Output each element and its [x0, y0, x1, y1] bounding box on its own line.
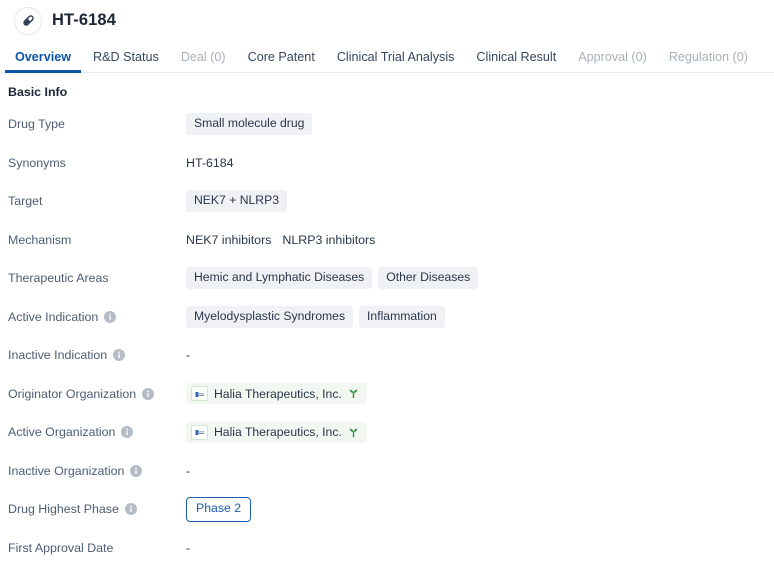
value-inactive-indication: -: [186, 348, 774, 362]
row-originator-organization: Originator Organization Halia T: [0, 375, 774, 414]
basic-info-rows: Drug Type Small molecule drug Synonyms H…: [0, 99, 774, 567]
row-first-approval-date: First Approval Date -: [0, 529, 774, 567]
capsule-pill-icon: [14, 7, 42, 35]
row-inactive-indication: Inactive Indication -: [0, 336, 774, 375]
mechanism-item[interactable]: NEK7 inhibitors: [186, 233, 271, 247]
value-drug-type: Small molecule drug: [186, 113, 774, 135]
tab-approval[interactable]: Approval (0): [567, 50, 658, 73]
value-inactive-organization: -: [186, 464, 774, 478]
label-synonyms: Synonyms: [8, 156, 186, 170]
company-logo-icon: [191, 386, 208, 401]
tag[interactable]: Inflammation: [359, 306, 445, 328]
tab-regulation[interactable]: Regulation (0): [658, 50, 759, 73]
info-icon[interactable]: [125, 503, 137, 515]
tag[interactable]: Small molecule drug: [186, 113, 312, 135]
mechanism-list: NEK7 inhibitors NLRP3 inhibitors: [186, 233, 375, 247]
label-text: Target: [8, 194, 42, 208]
row-drug-highest-phase: Drug Highest Phase Phase 2: [0, 490, 774, 529]
organization-tag[interactable]: Halia Therapeutics, Inc.: [186, 422, 367, 443]
label-text: Synonyms: [8, 156, 66, 170]
page-title: HT-6184: [52, 11, 116, 30]
sprout-icon: [348, 427, 359, 438]
row-synonyms: Synonyms HT-6184: [0, 144, 774, 183]
tab-core-patent[interactable]: Core Patent: [237, 50, 326, 73]
tag[interactable]: Other Diseases: [378, 267, 478, 289]
tab-rd-status[interactable]: R&D Status: [82, 50, 170, 73]
tab-overview[interactable]: Overview: [4, 50, 82, 73]
row-active-indication: Active Indication Myelodysplastic Syndro…: [0, 298, 774, 337]
value-therapeutic-areas: Hemic and Lymphatic Diseases Other Disea…: [186, 267, 774, 289]
label-text: First Approval Date: [8, 541, 113, 555]
info-icon[interactable]: [121, 426, 133, 438]
value-first-approval-date: -: [186, 541, 774, 555]
label-first-approval-date: First Approval Date: [8, 541, 186, 555]
label-active-indication: Active Indication: [8, 310, 186, 324]
value-active-indication: Myelodysplastic Syndromes Inflammation: [186, 306, 774, 328]
info-icon[interactable]: [113, 349, 125, 361]
row-drug-type: Drug Type Small molecule drug: [0, 105, 774, 144]
info-icon[interactable]: [130, 465, 142, 477]
mechanism-item[interactable]: NLRP3 inhibitors: [282, 233, 375, 247]
label-mechanism: Mechanism: [8, 233, 186, 247]
organization-name: Halia Therapeutics, Inc.: [214, 425, 342, 439]
row-mechanism: Mechanism NEK7 inhibitors NLRP3 inhibito…: [0, 221, 774, 260]
tab-clinical-result[interactable]: Clinical Result: [465, 50, 567, 73]
value-originator-organization: Halia Therapeutics, Inc.: [186, 383, 774, 404]
value-drug-highest-phase: Phase 2: [186, 497, 774, 522]
tag[interactable]: Hemic and Lymphatic Diseases: [186, 267, 372, 289]
tab-clinical-trial-analysis[interactable]: Clinical Trial Analysis: [326, 50, 466, 73]
value-mechanism: NEK7 inhibitors NLRP3 inhibitors: [186, 233, 774, 247]
label-drug-highest-phase: Drug Highest Phase: [8, 502, 186, 516]
label-text: Mechanism: [8, 233, 71, 247]
info-icon[interactable]: [104, 311, 116, 323]
synonyms-text: HT-6184: [186, 156, 234, 170]
row-therapeutic-areas: Therapeutic Areas Hemic and Lymphatic Di…: [0, 259, 774, 298]
label-therapeutic-areas: Therapeutic Areas: [8, 271, 186, 285]
tag[interactable]: NEK7 + NLRP3: [186, 190, 287, 212]
label-active-organization: Active Organization: [8, 425, 186, 439]
empty-value: -: [186, 464, 190, 478]
label-inactive-organization: Inactive Organization: [8, 464, 186, 478]
page-header: HT-6184: [0, 0, 774, 41]
sprout-icon: [348, 388, 359, 399]
label-drug-type: Drug Type: [8, 117, 186, 131]
label-target: Target: [8, 194, 186, 208]
label-text: Inactive Indication: [8, 348, 107, 362]
label-text: Active Organization: [8, 425, 115, 439]
info-icon[interactable]: [142, 388, 154, 400]
row-inactive-organization: Inactive Organization -: [0, 452, 774, 491]
phase-badge[interactable]: Phase 2: [186, 497, 251, 522]
label-text: Originator Organization: [8, 387, 136, 401]
tag[interactable]: Myelodysplastic Syndromes: [186, 306, 353, 328]
empty-value: -: [186, 541, 190, 555]
organization-tag[interactable]: Halia Therapeutics, Inc.: [186, 383, 367, 404]
section-title-basic-info: Basic Info: [0, 73, 774, 99]
value-target: NEK7 + NLRP3: [186, 190, 774, 212]
tab-deal[interactable]: Deal (0): [170, 50, 237, 73]
organization-name: Halia Therapeutics, Inc.: [214, 387, 342, 401]
row-target: Target NEK7 + NLRP3: [0, 182, 774, 221]
empty-value: -: [186, 348, 190, 362]
label-inactive-indication: Inactive Indication: [8, 348, 186, 362]
row-active-organization: Active Organization Halia Thera: [0, 413, 774, 452]
label-text: Inactive Organization: [8, 464, 124, 478]
label-text: Drug Type: [8, 117, 65, 131]
label-text: Therapeutic Areas: [8, 271, 109, 285]
value-active-organization: Halia Therapeutics, Inc.: [186, 422, 774, 443]
value-synonyms: HT-6184: [186, 156, 774, 170]
label-text: Active Indication: [8, 310, 98, 324]
label-originator-organization: Originator Organization: [8, 387, 186, 401]
label-text: Drug Highest Phase: [8, 502, 119, 516]
company-logo-icon: [191, 425, 208, 440]
tab-bar: Overview R&D Status Deal (0) Core Patent…: [0, 41, 774, 73]
